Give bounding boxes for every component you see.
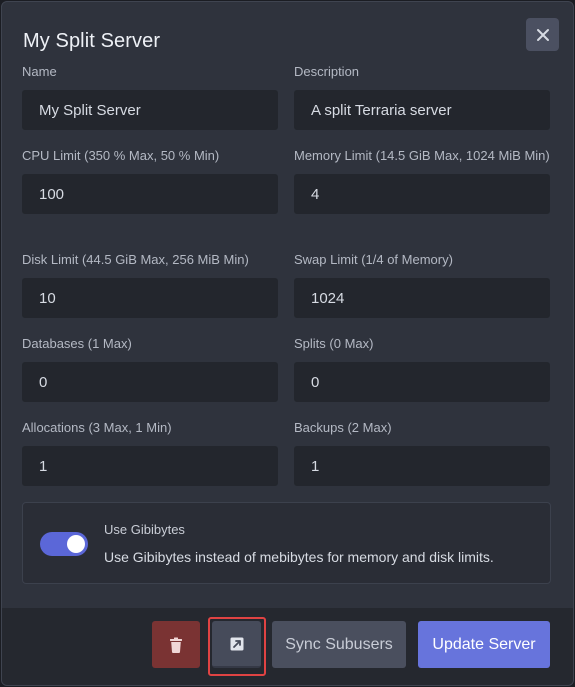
allocations-field-group: Allocations (3 Max, 1 Min) [22, 418, 278, 486]
backups-label: Backups (2 Max) [294, 420, 392, 435]
allocations-input[interactable] [22, 446, 278, 486]
backups-field-group: Backups (2 Max) [294, 418, 550, 486]
close-button[interactable] [526, 18, 559, 51]
name-input[interactable] [22, 90, 278, 130]
edit-server-modal: My Split Server Name Description CPU Lim… [1, 1, 574, 686]
sync-subusers-button[interactable]: Sync Subusers [272, 621, 406, 668]
backups-input[interactable] [294, 446, 550, 486]
modal-title: My Split Server [23, 30, 161, 52]
databases-input[interactable] [22, 362, 278, 402]
gibibytes-toggle[interactable] [40, 532, 88, 556]
description-label: Description [294, 64, 360, 79]
close-icon [536, 28, 549, 41]
trash-icon [170, 637, 182, 653]
open-server-button[interactable] [212, 621, 261, 668]
databases-label: Databases (1 Max) [22, 336, 132, 351]
memory-limit-input[interactable] [294, 174, 550, 214]
modal-footer: Sync Subusers Update Server [2, 608, 573, 685]
splits-input[interactable] [294, 362, 550, 402]
external-link-icon [230, 637, 243, 650]
cpu-limit-label: CPU Limit (350 % Max, 50 % Min) [22, 148, 220, 163]
cpu-field-group: CPU Limit (350 % Max, 50 % Min) [22, 146, 278, 214]
disk-limit-input[interactable] [22, 278, 278, 318]
gibibytes-toggle-description: Use Gibibytes instead of mebibytes for m… [104, 549, 494, 565]
description-input[interactable] [294, 90, 550, 130]
memory-limit-label: Memory Limit (14.5 GiB Max, 1024 MiB Min… [294, 148, 550, 163]
cpu-limit-input[interactable] [22, 174, 278, 214]
memory-field-group: Memory Limit (14.5 GiB Max, 1024 MiB Min… [294, 146, 550, 214]
gibibytes-toggle-title: Use Gibibytes [104, 522, 185, 537]
name-label: Name [22, 64, 57, 79]
databases-field-group: Databases (1 Max) [22, 334, 278, 402]
allocations-label: Allocations (3 Max, 1 Min) [22, 420, 172, 435]
splits-label: Splits (0 Max) [294, 336, 374, 351]
update-server-button[interactable]: Update Server [418, 621, 550, 668]
swap-limit-label: Swap Limit (1/4 of Memory) [294, 252, 453, 267]
disk-limit-label: Disk Limit (44.5 GiB Max, 256 MiB Min) [22, 252, 249, 267]
description-field-group: Description [294, 62, 550, 130]
name-field-group: Name [22, 62, 278, 130]
delete-server-button[interactable] [152, 621, 200, 668]
toggle-knob [67, 535, 85, 553]
splits-field-group: Splits (0 Max) [294, 334, 550, 402]
gibibytes-toggle-box: Use Gibibytes Use Gibibytes instead of m… [22, 502, 551, 584]
swap-field-group: Swap Limit (1/4 of Memory) [294, 250, 550, 318]
disk-field-group: Disk Limit (44.5 GiB Max, 256 MiB Min) [22, 250, 278, 318]
swap-limit-input[interactable] [294, 278, 550, 318]
